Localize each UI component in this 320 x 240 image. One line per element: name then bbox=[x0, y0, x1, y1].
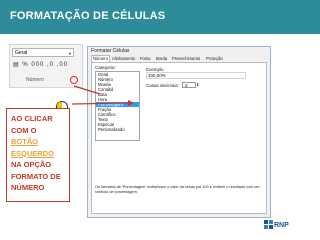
callout-line: NÚMERO bbox=[11, 183, 45, 192]
callout-line: FORMATO DE bbox=[11, 171, 61, 181]
rnp-logo-icon bbox=[264, 220, 273, 229]
arrow-head bbox=[128, 100, 134, 106]
arrow-to-category bbox=[71, 102, 129, 105]
arrow-to-dialog bbox=[73, 85, 101, 95]
callout-line-highlight: ESQUERDO bbox=[11, 148, 54, 158]
callout-line: AO CLICAR bbox=[11, 114, 53, 123]
callout-line: NA OPÇÃO bbox=[11, 160, 52, 169]
callout-text: AO CLICAR COM O BOTÃO ESQUERDO NA OPÇÃO … bbox=[11, 113, 61, 194]
instruction-callout: AO CLICAR COM O BOTÃO ESQUERDO NA OPÇÃO … bbox=[6, 108, 70, 202]
callout-line-highlight: BOTÃO bbox=[11, 137, 39, 146]
callout-line: COM O bbox=[11, 125, 37, 135]
rnp-logo-text: RNP bbox=[274, 222, 289, 229]
